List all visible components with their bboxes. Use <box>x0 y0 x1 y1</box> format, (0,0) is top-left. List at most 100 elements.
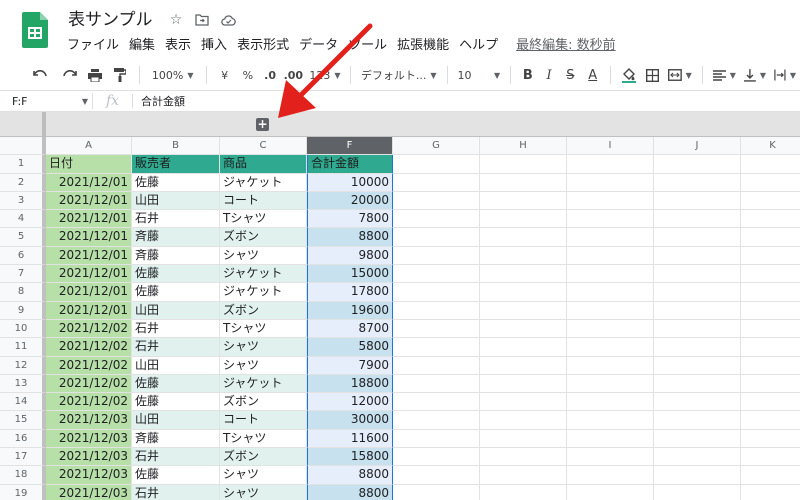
cell-seller[interactable]: 佐藤 <box>132 265 220 284</box>
cell-empty[interactable] <box>654 338 741 357</box>
sheets-logo-icon[interactable] <box>22 12 48 48</box>
cell-seller[interactable]: 佐藤 <box>132 466 220 485</box>
cell-empty[interactable] <box>393 173 480 192</box>
cell-seller[interactable]: 佐藤 <box>132 393 220 412</box>
cell-product[interactable]: ズボン <box>220 393 307 412</box>
cell-empty[interactable] <box>741 228 800 247</box>
cell-empty[interactable] <box>567 301 654 320</box>
cell-empty[interactable] <box>654 374 741 394</box>
cell-empty[interactable] <box>741 302 800 320</box>
cell-empty[interactable] <box>393 374 480 394</box>
cell-empty[interactable] <box>654 210 741 229</box>
cell-empty[interactable] <box>741 448 800 467</box>
cell-empty[interactable] <box>393 338 480 357</box>
cell-seller[interactable]: 石井 <box>132 338 220 357</box>
cell-date[interactable]: 2021/12/03 <box>46 484 132 500</box>
cell-empty[interactable] <box>741 283 800 302</box>
row-number[interactable]: 5 <box>0 228 46 247</box>
cell-seller[interactable]: 山田 <box>132 191 220 211</box>
cell-empty[interactable] <box>393 466 480 485</box>
cell-product[interactable]: ジャケット <box>220 374 307 394</box>
row-number[interactable]: 14 <box>0 393 46 412</box>
document-title[interactable]: 表サンプル <box>68 8 153 32</box>
row-number[interactable]: 13 <box>0 374 46 394</box>
vertical-align-icon[interactable]: ▼ <box>740 63 770 87</box>
cell-seller[interactable]: 山田 <box>132 301 220 320</box>
cell-empty[interactable] <box>741 430 800 449</box>
cell-empty[interactable] <box>567 374 654 394</box>
cell-product[interactable]: ズボン <box>220 228 307 247</box>
print-icon[interactable] <box>82 63 107 87</box>
cell-total[interactable]: 8700 <box>307 319 393 339</box>
cell-empty[interactable] <box>741 393 800 412</box>
cell-date[interactable]: 2021/12/02 <box>46 319 132 339</box>
cell-date[interactable]: 2021/12/01 <box>46 301 132 320</box>
row-number[interactable]: 9 <box>0 301 46 320</box>
cell-total[interactable]: 15000 <box>307 265 393 284</box>
cell-total[interactable]: 12000 <box>307 393 393 412</box>
cell-empty[interactable] <box>480 246 567 266</box>
cell-seller[interactable]: 石井 <box>132 319 220 339</box>
row-number[interactable]: 8 <box>0 283 46 302</box>
menu-help[interactable]: ヘルプ <box>454 36 503 56</box>
cell-total[interactable]: 11600 <box>307 429 393 449</box>
cell-empty[interactable] <box>567 319 654 339</box>
cell-total[interactable]: 8800 <box>307 484 393 500</box>
cell-total[interactable]: 30000 <box>307 411 393 430</box>
star-icon[interactable]: ☆ <box>166 10 186 30</box>
menu-extensions[interactable]: 拡張機能 <box>392 36 454 56</box>
cell-empty[interactable] <box>567 393 654 412</box>
cell-empty[interactable] <box>741 485 800 500</box>
cell-empty[interactable] <box>480 484 567 500</box>
name-box[interactable]: F:F ▼ <box>0 95 92 108</box>
cell-empty[interactable] <box>480 338 567 357</box>
cell-empty[interactable] <box>654 155 741 174</box>
cell-empty[interactable] <box>480 374 567 394</box>
cell-date[interactable]: 2021/12/03 <box>46 448 132 467</box>
cell-total[interactable]: 7800 <box>307 210 393 229</box>
cell-date[interactable]: 2021/12/01 <box>46 191 132 211</box>
cell-empty[interactable] <box>567 429 654 449</box>
cell-empty[interactable] <box>393 191 480 211</box>
cell-date[interactable]: 2021/12/03 <box>46 429 132 449</box>
cell-total[interactable]: 20000 <box>307 191 393 211</box>
cell-empty[interactable] <box>654 301 741 320</box>
cell-seller[interactable]: 佐藤 <box>132 173 220 192</box>
cell-empty[interactable] <box>654 246 741 266</box>
column-header[interactable]: I <box>567 137 654 156</box>
cell-product[interactable]: ズボン <box>220 301 307 320</box>
cell-empty[interactable] <box>567 246 654 266</box>
expand-group-icon[interactable]: + <box>256 118 269 131</box>
cloud-status-icon[interactable] <box>218 10 238 30</box>
cell-empty[interactable] <box>567 448 654 467</box>
cell-date[interactable]: 2021/12/02 <box>46 374 132 394</box>
fill-color-icon[interactable] <box>617 63 640 87</box>
cell-empty[interactable] <box>480 411 567 430</box>
cell-product[interactable]: ジャケット <box>220 173 307 192</box>
cell-empty[interactable] <box>393 265 480 284</box>
cell-product[interactable]: シャツ <box>220 466 307 485</box>
cell-date[interactable]: 2021/12/01 <box>46 210 132 229</box>
cell-empty[interactable] <box>567 265 654 284</box>
zoom-select[interactable]: 100% ▼ <box>145 63 200 87</box>
italic-button[interactable]: I <box>538 63 559 87</box>
cell-seller[interactable]: 山田 <box>132 411 220 430</box>
cell-seller[interactable]: 山田 <box>132 356 220 375</box>
cell-date[interactable]: 2021/12/03 <box>46 466 132 485</box>
cell-empty[interactable] <box>480 173 567 192</box>
column-header[interactable]: H <box>480 137 567 156</box>
cell-empty[interactable] <box>393 411 480 430</box>
cell-empty[interactable] <box>393 448 480 467</box>
cell-total[interactable]: 7900 <box>307 356 393 375</box>
cell-empty[interactable] <box>393 228 480 247</box>
cell-empty[interactable] <box>654 265 741 284</box>
column-header[interactable]: A <box>46 137 132 156</box>
cell-total[interactable]: 17800 <box>307 283 393 302</box>
cell-empty[interactable] <box>567 283 654 302</box>
cell-empty[interactable] <box>741 466 800 485</box>
cell-total[interactable]: 5800 <box>307 338 393 357</box>
column-header[interactable]: B <box>132 137 220 156</box>
cell-empty[interactable] <box>393 283 480 302</box>
cell-empty[interactable] <box>480 155 567 174</box>
cell-product[interactable]: シャツ <box>220 338 307 357</box>
